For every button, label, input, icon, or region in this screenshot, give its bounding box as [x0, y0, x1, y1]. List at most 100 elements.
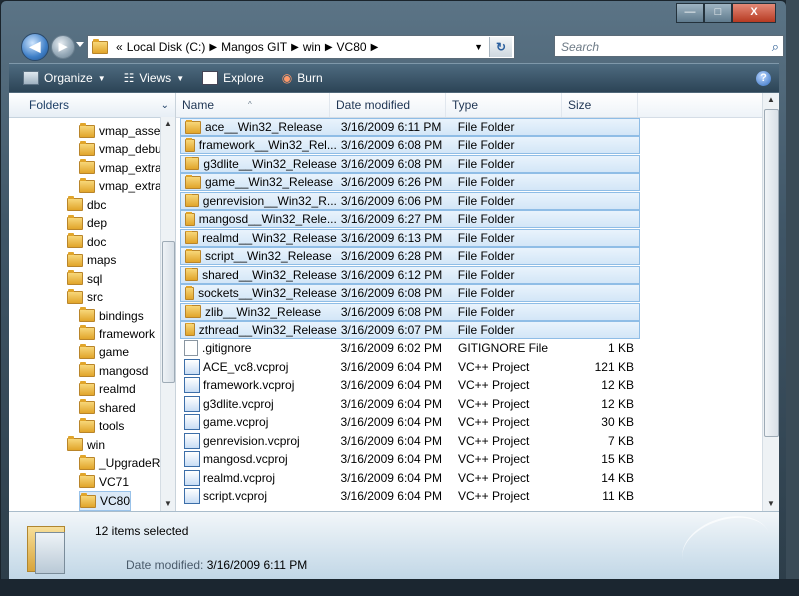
explore-label: Explore: [223, 71, 264, 85]
file-row[interactable]: mangosd.vcproj 3/16/2009 6:04 PM VC++ Proj…: [180, 450, 640, 468]
file-row[interactable]: g3dlite.vcproj 3/16/2009 6:04 PM VC++ Proj…: [180, 395, 640, 413]
tree-item[interactable]: framework: [79, 325, 155, 343]
forward-button[interactable]: ▶: [51, 35, 75, 59]
file-name-cell: zthread__Win32_Release: [181, 322, 337, 337]
address-dropdown-icon[interactable]: ▼: [474, 42, 483, 52]
file-row[interactable]: .gitignore 3/16/2009 6:02 PM GITIGNORE Fil…: [180, 339, 640, 357]
close-button[interactable]: X: [732, 3, 776, 23]
tree-item[interactable]: dbc: [67, 196, 106, 214]
file-row[interactable]: genrevision__Win32_R... 3/16/2009 6:06 PM…: [180, 191, 640, 210]
file-row[interactable]: game.vcproj 3/16/2009 6:04 PM VC++ Project…: [180, 413, 640, 431]
breadcrumb-mangos-git[interactable]: Mangos GIT: [221, 40, 287, 54]
folder-icon: [80, 492, 96, 508]
scroll-up-icon[interactable]: ▲: [763, 93, 779, 107]
tree-item[interactable]: sql: [67, 270, 102, 288]
organize-button[interactable]: Organize ▼: [19, 69, 110, 87]
file-row[interactable]: script__Win32_Release 3/16/2009 6:28 PM Fi…: [180, 247, 640, 266]
folder-icon: [79, 380, 95, 396]
column-header-date[interactable]: Date modified: [330, 93, 446, 117]
file-row[interactable]: framework__Win32_Rel... 3/16/2009 6:08 PM…: [180, 136, 640, 155]
file-row[interactable]: mangosd__Win32_Rele... 3/16/2009 6:27 PM F…: [180, 210, 640, 229]
breadcrumb-separator-icon[interactable]: ▶: [291, 42, 299, 53]
tree-item-label: maps: [87, 253, 117, 268]
maximize-button[interactable]: □: [704, 3, 732, 23]
file-row[interactable]: genrevision.vcproj 3/16/2009 6:04 PM VC++ …: [180, 432, 640, 450]
burn-button[interactable]: ◉ Burn: [278, 69, 327, 87]
folder-icon: [79, 307, 95, 322]
tree-item[interactable]: VC71: [79, 473, 129, 491]
file-row[interactable]: framework.vcproj 3/16/2009 6:04 PM VC++ Pr…: [180, 376, 640, 394]
file-date: 3/16/2009 6:04 PM: [340, 470, 442, 485]
refresh-icon[interactable]: ↻: [489, 37, 512, 57]
tree-item[interactable]: dep: [67, 214, 107, 232]
breadcrumb-local-disk[interactable]: Local Disk (C:): [127, 40, 206, 54]
file-row[interactable]: zthread__Win32_Release 3/16/2009 6:07 PM F…: [180, 320, 640, 339]
chevron-down-icon[interactable]: ⌄: [161, 100, 169, 111]
file-size: 12 KB: [601, 396, 634, 411]
recent-pages-dropdown[interactable]: [76, 42, 84, 47]
views-button[interactable]: ☷ Views ▼: [120, 69, 188, 87]
file-date: 3/16/2009 6:08 PM: [340, 156, 443, 171]
tree-scroll-thumb[interactable]: [162, 241, 175, 383]
tree-item[interactable]: shared: [79, 399, 136, 417]
chevron-down-icon: ▼: [176, 73, 185, 83]
file-date: 3/16/2009 6:08 PM: [340, 286, 443, 301]
list-scroll-thumb[interactable]: [764, 109, 779, 437]
tree-item[interactable]: _UpgradeR: [79, 454, 160, 472]
file-row[interactable]: game__Win32_Release 3/16/2009 6:26 PM File…: [180, 173, 640, 192]
tree-item[interactable]: mangosd: [79, 362, 148, 380]
scroll-down-icon[interactable]: ▼: [763, 497, 779, 511]
help-icon[interactable]: ?: [756, 70, 771, 86]
tree-item[interactable]: vmap_debu: [79, 140, 162, 158]
scroll-down-icon[interactable]: ▼: [161, 497, 175, 511]
vcproj-file-icon: [184, 432, 200, 449]
file-row[interactable]: realmd.vcproj 3/16/2009 6:04 PM VC++ Proje…: [180, 469, 640, 487]
tree-item[interactable]: vmap_asse: [79, 122, 160, 140]
tree-item-label: win: [87, 437, 106, 452]
folders-header[interactable]: Folders ⌄: [9, 93, 175, 118]
breadcrumb-separator-icon[interactable]: ▶: [209, 42, 217, 53]
file-row[interactable]: sockets__Win32_Release 3/16/2009 6:08 PM F…: [180, 284, 640, 303]
file-row[interactable]: realmd__Win32_Release 3/16/2009 6:13 PM Fi…: [180, 228, 640, 247]
column-header-type[interactable]: Type: [446, 93, 562, 117]
breadcrumb-chevron[interactable]: «: [116, 40, 123, 54]
breadcrumb-win[interactable]: win: [303, 40, 321, 54]
column-header-name[interactable]: Name ^: [176, 93, 330, 117]
file-type: VC++ Project: [457, 489, 530, 503]
file-name: zlib__Win32_Release: [205, 304, 322, 319]
breadcrumb-separator-icon[interactable]: ▶: [371, 42, 379, 53]
tree-item[interactable]: vmap_extra: [79, 177, 162, 195]
minimize-button[interactable]: —: [676, 3, 704, 23]
tree-item[interactable]: doc: [67, 233, 106, 251]
scroll-up-icon[interactable]: ▲: [161, 117, 175, 131]
address-bar[interactable]: « Local Disk (C:) ▶ Mangos GIT ▶ win ▶ V…: [87, 35, 515, 59]
column-header-size[interactable]: Size: [562, 93, 638, 117]
folder-icon: [185, 322, 195, 337]
explore-button[interactable]: Explore: [198, 69, 268, 87]
file-row[interactable]: ACE_vc8.vcproj 3/16/2009 6:04 PM VC++ Proj…: [180, 358, 640, 376]
list-scrollbar[interactable]: ▲ ▼: [762, 93, 779, 511]
back-button[interactable]: ◀: [21, 33, 49, 61]
breadcrumb-vc80[interactable]: VC80: [337, 40, 367, 54]
tree-item[interactable]: win: [67, 436, 105, 454]
tree-item[interactable]: bindings: [79, 307, 144, 325]
file-row[interactable]: zlib__Win32_Release 3/16/2009 6:08 PM File…: [180, 302, 640, 321]
breadcrumb-separator-icon[interactable]: ▶: [325, 42, 333, 53]
tree-item[interactable]: maps: [67, 251, 116, 269]
tree-item[interactable]: realmd: [79, 380, 136, 398]
tree-scrollbar[interactable]: ▲ ▼: [160, 117, 175, 511]
search-icon[interactable]: ⌕: [772, 36, 779, 58]
tree-item[interactable]: VC80: [79, 491, 132, 511]
tree-item[interactable]: src: [67, 288, 103, 306]
file-date: 3/16/2009 6:13 PM: [340, 230, 443, 245]
tree-item[interactable]: vmap_extra: [79, 159, 162, 177]
file-row[interactable]: script.vcproj 3/16/2009 6:04 PM VC++ Proje…: [180, 487, 640, 505]
tree-item[interactable]: tools: [79, 417, 124, 435]
search-input[interactable]: Search ⌕: [554, 35, 784, 57]
file-row[interactable]: ace__Win32_Release 3/16/2009 6:11 PM File …: [180, 118, 640, 136]
file-row[interactable]: g3dlite__Win32_Release 3/16/2009 6:08 PM F…: [180, 154, 640, 173]
file-type: VC++ Project: [457, 452, 530, 467]
file-name-cell: mangosd.vcproj: [180, 451, 337, 468]
tree-item[interactable]: game: [79, 343, 129, 361]
file-row[interactable]: shared__Win32_Release 3/16/2009 6:12 PM Fi…: [180, 265, 640, 284]
